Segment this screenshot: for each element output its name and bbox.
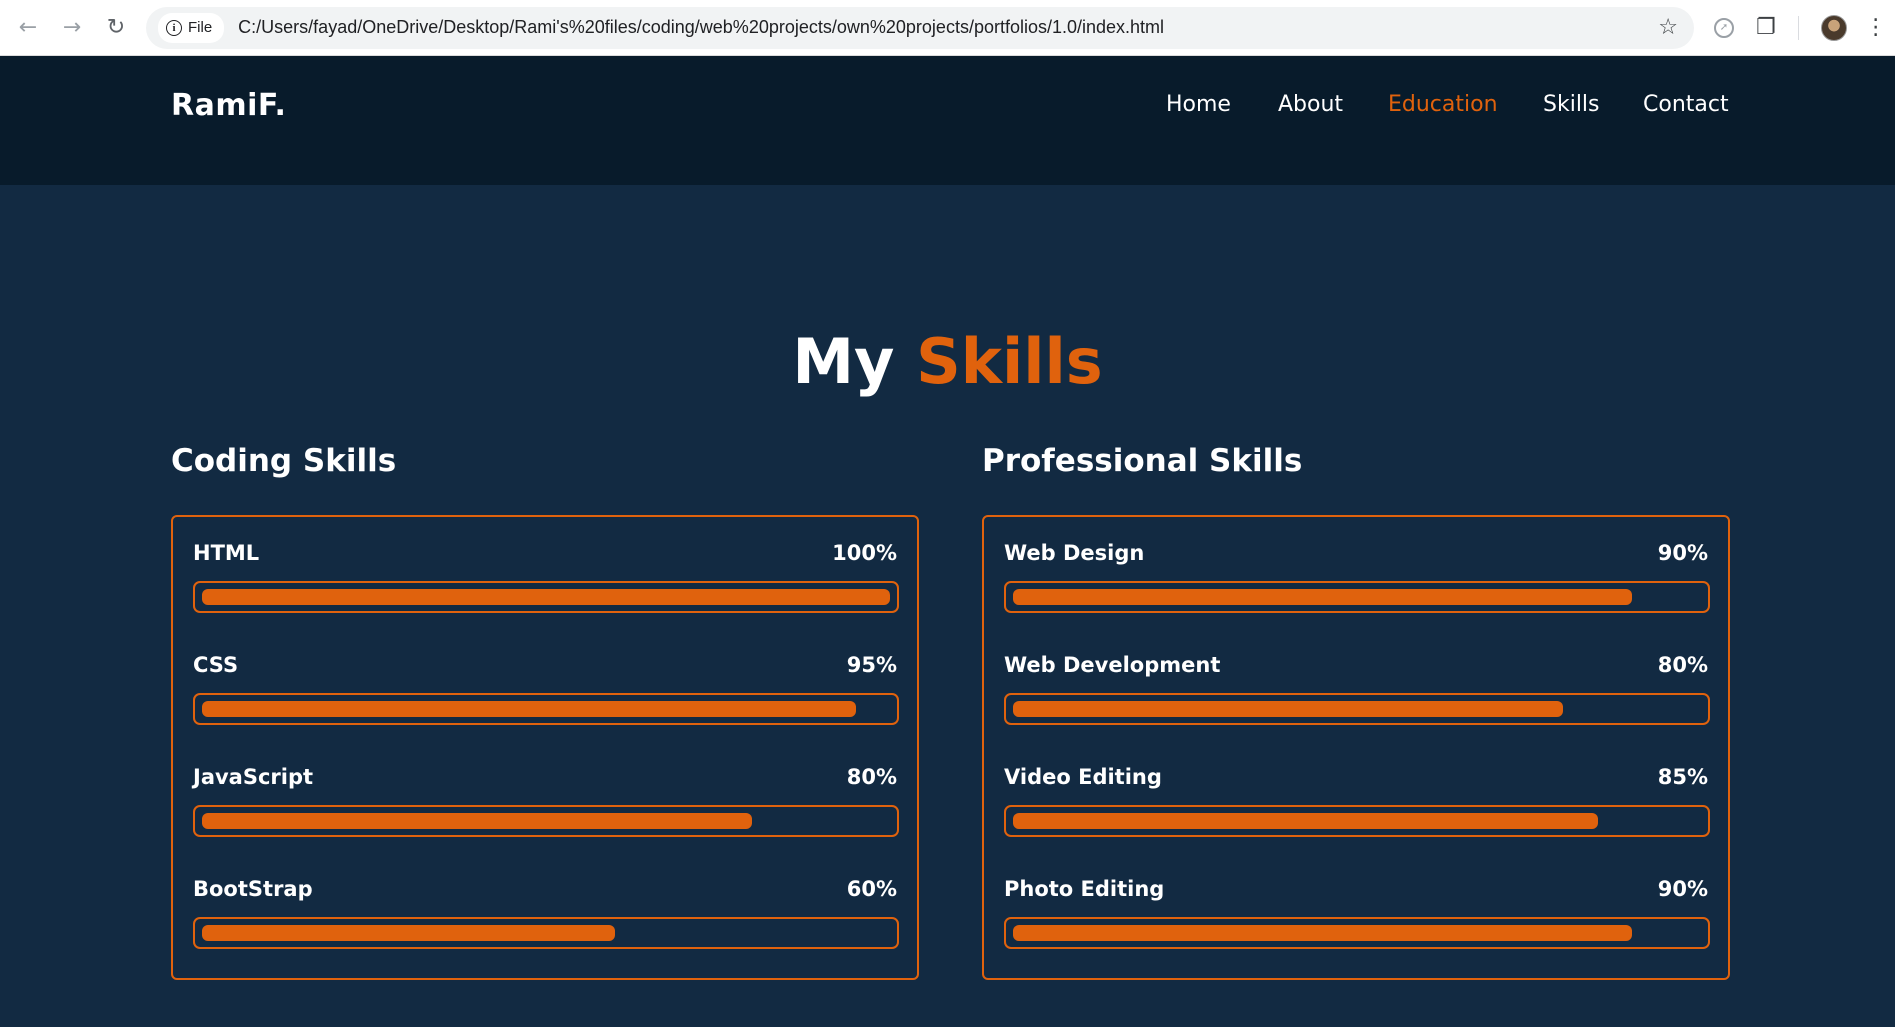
skill-percent: 95% [846,653,897,677]
skill-progress-fill [202,701,856,717]
site-info-label: File [188,19,213,36]
skill-name: Video Editing [1004,765,1162,789]
extensions-puzzle-icon[interactable]: ❐ [1756,15,1776,40]
skill-progress-bar [1004,805,1710,837]
skill-percent: 100% [832,541,897,565]
skill-item: CSS 95% [193,647,899,759]
skill-item: HTML 100% [193,535,899,647]
skills-box: HTML 100% CSS 95% JavaScript 80% BootStr… [171,515,919,980]
skill-progress-fill [1013,701,1564,717]
address-bar[interactable]: i File C:/Users/fayad/OneDrive/Desktop/R… [146,6,1694,49]
browser-toolbar: ← → ↻ i File C:/Users/fayad/OneDrive/Des… [0,0,1895,56]
bookmark-star-icon[interactable]: ☆ [1658,15,1678,40]
skill-progress-bar [193,693,899,725]
skill-progress-fill [1013,813,1598,829]
column-title: Coding Skills [171,443,397,479]
skill-percent: 60% [846,877,897,901]
skill-progress-bar [1004,917,1710,949]
reload-icon[interactable]: ↻ [94,6,138,50]
url-text[interactable]: C:/Users/fayad/OneDrive/Desktop/Rami's%2… [238,17,1164,38]
skill-progress-fill [1013,925,1633,941]
heading-accent: Skills [916,325,1103,398]
skill-percent: 90% [1657,541,1708,565]
profile-avatar[interactable] [1820,14,1847,41]
skill-progress-bar [193,917,899,949]
skill-percent: 80% [846,765,897,789]
skill-progress-fill [1013,589,1633,605]
skill-name: Web Design [1004,541,1145,565]
skills-section: My Skills Coding Skills HTML 100% CSS 95… [0,185,1895,1027]
skill-progress-bar [193,581,899,613]
nav-link-home[interactable]: Home [1166,92,1231,117]
skill-progress-bar [1004,693,1710,725]
skill-progress-fill [202,925,615,941]
column-title: Professional Skills [982,443,1303,479]
menu-kebab-icon[interactable]: ⋮ [1865,15,1887,40]
skill-name: JavaScript [193,765,314,789]
skill-item: Web Design 90% [1004,535,1710,647]
site-logo[interactable]: RamiF. [171,88,286,123]
heading-main: My [792,325,895,398]
skill-item: BootStrap 60% [193,871,899,983]
skills-box: Web Design 90% Web Development 80% Video… [982,515,1730,980]
nav-link-skills[interactable]: Skills [1543,92,1600,117]
nav-link-about[interactable]: About [1278,92,1343,117]
site-info-chip[interactable]: i File [158,12,225,43]
forward-arrow-icon[interactable]: → [50,6,94,50]
back-arrow-icon[interactable]: ← [6,6,50,50]
skill-percent: 80% [1657,653,1708,677]
skill-percent: 90% [1657,877,1708,901]
compass-extension-icon[interactable]: ➚ [1714,17,1734,38]
skill-name: HTML [193,541,260,565]
site-header: RamiF. Home About Education Skills Conta… [0,56,1895,185]
skill-name: CSS [193,653,239,677]
coding-skills-column: Coding Skills HTML 100% CSS 95% JavaScri… [171,443,919,980]
skill-item: JavaScript 80% [193,759,899,871]
toolbar-divider [1797,15,1799,40]
skill-progress-bar [193,805,899,837]
skill-item: Video Editing 85% [1004,759,1710,871]
info-icon: i [166,19,182,36]
skill-name: BootStrap [193,877,313,901]
professional-skills-column: Professional Skills Web Design 90% Web D… [982,443,1730,980]
skill-name: Photo Editing [1004,877,1165,901]
skill-progress-fill [202,589,890,605]
nav-link-education[interactable]: Education [1388,92,1498,117]
skill-progress-bar [1004,581,1710,613]
skill-progress-fill [202,813,753,829]
section-heading: My Skills [0,325,1895,398]
skill-item: Photo Editing 90% [1004,871,1710,983]
nav-link-contact[interactable]: Contact [1643,92,1729,117]
skill-item: Web Development 80% [1004,647,1710,759]
skill-name: Web Development [1004,653,1221,677]
skill-percent: 85% [1657,765,1708,789]
